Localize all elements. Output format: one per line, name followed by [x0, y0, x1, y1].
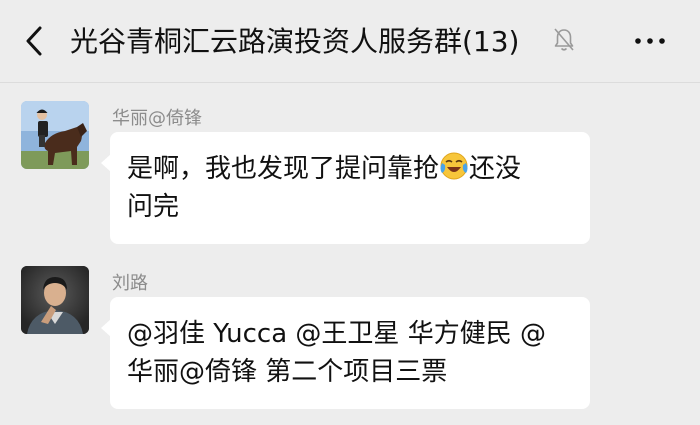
chat-title: 光谷青桐汇云路演投资人服务群(13)	[70, 25, 520, 58]
avatar-liulu[interactable]	[21, 266, 89, 334]
message-line: 是啊，我也发现了提问靠抢 还没	[127, 150, 574, 188]
horse-rider-avatar-icon	[21, 101, 89, 169]
message-line: @羽佳 Yucca @王卫星 华方健民 @	[127, 319, 546, 349]
message-bubble[interactable]: @羽佳 Yucca @王卫星 华方健民 @ 华丽@倚锋 第二个项目三票	[101, 297, 590, 409]
avatar-huali[interactable]	[21, 101, 89, 169]
message-line: 问完	[127, 192, 180, 222]
message-text: 还没	[469, 154, 522, 184]
message-line: 华丽@倚锋 第二个项目三票	[127, 357, 448, 387]
message-bubble[interactable]: 是啊，我也发现了提问靠抢 还没 问完	[101, 132, 590, 244]
sender-name: 华丽@倚锋	[112, 108, 202, 129]
crying-laughing-emoji-icon	[440, 152, 468, 180]
back-arrow-icon[interactable]	[20, 22, 50, 60]
more-options-icon[interactable]	[630, 26, 670, 56]
message-text: 是啊，我也发现了提问靠抢	[127, 154, 440, 184]
chat-header: 光谷青桐汇云路演投资人服务群(13)	[0, 0, 700, 83]
sender-name: 刘路	[112, 273, 148, 294]
man-portrait-avatar-icon	[21, 266, 89, 334]
mute-bell-icon	[554, 28, 574, 51]
